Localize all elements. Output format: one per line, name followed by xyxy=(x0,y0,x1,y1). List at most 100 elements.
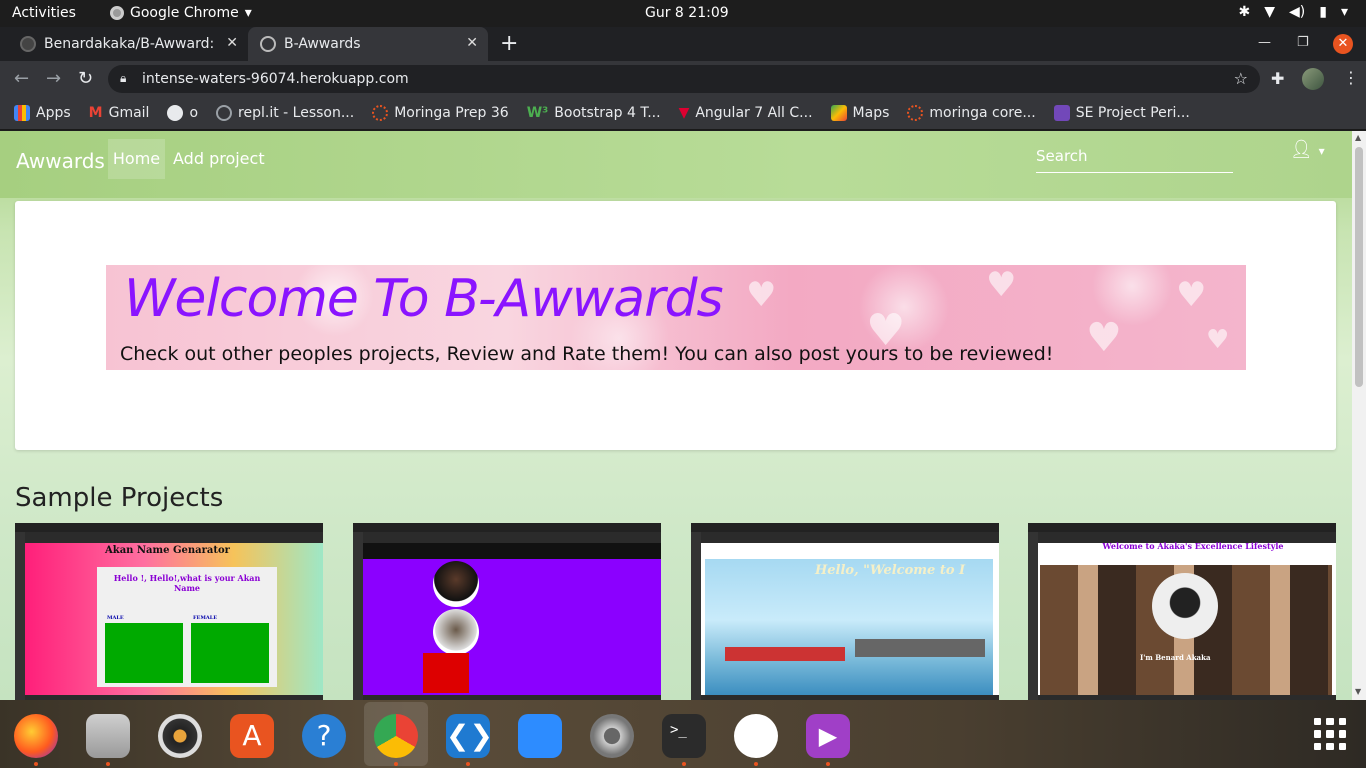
help-icon[interactable]: ? xyxy=(302,714,346,758)
bookmark-label: Apps xyxy=(36,105,71,121)
gmail-icon: M xyxy=(88,105,103,121)
project-card-akan[interactable]: Akan Name Genarator Hello !, Hello!,what… xyxy=(15,523,323,700)
hero-banner: ♥ ♥ ♥ ♥ ♥ ♥ Welcome To B-Awwards Check o… xyxy=(106,265,1246,370)
tab-github[interactable]: Benardakaka/B-Awward: ✕ xyxy=(0,27,248,61)
bookmarks-bar: Apps M Gmail o repl.it - Lesson... Moring… xyxy=(0,97,1366,130)
bookmark-apps[interactable]: Apps xyxy=(14,105,71,121)
scroll-up-icon[interactable]: ▲ xyxy=(1355,133,1361,142)
screenshot-dock xyxy=(353,532,363,700)
site-brand[interactable]: Awwards xyxy=(16,149,105,173)
project-navbar xyxy=(363,543,661,559)
angular-icon: ▼ xyxy=(678,105,690,121)
port-buildings xyxy=(855,639,985,657)
rhythmbox-icon[interactable] xyxy=(158,714,202,758)
extensions-icon[interactable]: ✚ xyxy=(1271,69,1284,88)
maps-icon xyxy=(830,105,847,121)
tab-title: B-Awwards xyxy=(284,36,361,52)
heart-decoration: ♥ xyxy=(1176,275,1207,315)
software-center-icon[interactable]: A xyxy=(230,714,274,758)
battery-icon[interactable]: ▮ xyxy=(1319,4,1327,20)
male-label: MALE xyxy=(107,615,124,621)
show-applications-icon[interactable] xyxy=(1314,718,1346,750)
screenshot-top-bar xyxy=(353,523,661,532)
male-list: MALE xyxy=(105,615,183,683)
page-scrollbar[interactable]: ▲ ▼ xyxy=(1352,131,1366,700)
running-indicator xyxy=(754,762,758,766)
project-hero-image: Hello, "Welcome to I xyxy=(705,559,993,695)
lock-icon[interactable]: 🔒︎ xyxy=(120,71,126,86)
nav-home[interactable]: Home xyxy=(108,139,165,179)
bookmark-github[interactable]: o xyxy=(167,105,198,121)
system-top-bar: Activities Google Chrome ▾ Gur 8 21:09 ✱… xyxy=(0,0,1366,27)
slack-tray-icon[interactable]: ✱ xyxy=(1239,4,1251,20)
forward-arrow-icon[interactable]: → xyxy=(46,68,61,89)
bookmark-label: Moringa Prep 36 xyxy=(394,105,509,121)
url-text[interactable]: intense-waters-96074.herokuapp.com xyxy=(142,71,409,87)
w3schools-icon: W³ xyxy=(526,105,549,121)
tab-b-awwards[interactable]: B-Awwards ✕ xyxy=(248,27,488,61)
wifi-icon[interactable]: ▼ xyxy=(1264,4,1275,20)
app-menu[interactable]: Google Chrome ▾ xyxy=(110,5,252,21)
video-player-icon[interactable]: ▶ xyxy=(806,714,850,758)
app-menu-label: Google Chrome xyxy=(130,5,239,21)
vscode-icon[interactable]: ❮❯ xyxy=(446,714,493,758)
hero-subtitle: Check out other peoples projects, Review… xyxy=(120,343,1054,365)
project-card-instagram[interactable] xyxy=(353,523,661,700)
chrome-icon[interactable] xyxy=(374,714,418,758)
bookmark-maps[interactable]: Maps xyxy=(830,105,889,121)
project-panel: Hello !, Hello!,what is your Akan Name M… xyxy=(97,567,277,687)
user-menu[interactable]: 👤︎ ▾ xyxy=(1290,139,1325,160)
bookmark-label: Bootstrap 4 T... xyxy=(554,105,661,121)
scroll-down-icon[interactable]: ▼ xyxy=(1355,687,1361,696)
section-title: Sample Projects xyxy=(15,483,224,513)
back-arrow-icon[interactable]: ← xyxy=(14,68,29,89)
project-card-lifestyle[interactable]: Welcome to Akaka's Excellence Lifestyle … xyxy=(1028,523,1336,700)
project-photo xyxy=(433,561,479,607)
close-tab-icon[interactable]: ✕ xyxy=(226,35,238,51)
window-close-button[interactable]: ✕ xyxy=(1333,34,1353,54)
search-input[interactable] xyxy=(1036,139,1233,173)
bookmark-se-project[interactable]: SE Project Peri... xyxy=(1053,105,1190,121)
power-menu-icon[interactable]: ▾ xyxy=(1341,4,1348,20)
maximize-icon[interactable]: ❐ xyxy=(1297,35,1309,50)
address-bar[interactable]: 🔒︎ intense-waters-96074.herokuapp.com ☆ xyxy=(108,65,1260,93)
new-tab-button[interactable]: + xyxy=(500,31,518,56)
bookmark-replit[interactable]: repl.it - Lesson... xyxy=(216,105,354,121)
tab-title: Benardakaka/B-Awward: xyxy=(44,36,214,52)
bookmark-label: SE Project Peri... xyxy=(1075,105,1190,121)
bookmark-moringa-core[interactable]: moringa core... xyxy=(907,105,1036,121)
screenshot-dock xyxy=(15,532,25,700)
settings-gear-icon[interactable] xyxy=(590,714,634,758)
bookmark-gmail[interactable]: M Gmail xyxy=(89,105,150,121)
chrome-icon xyxy=(110,6,124,20)
project-heading: Welcome to Akaka's Excellence Lifestyle xyxy=(1102,541,1284,551)
hero-card: ♥ ♥ ♥ ♥ ♥ ♥ Welcome To B-Awwards Check o… xyxy=(15,201,1336,450)
volume-icon[interactable]: ◀) xyxy=(1289,4,1305,20)
system-tray[interactable]: ✱ ▼ ◀) ▮ ▾ xyxy=(1239,4,1349,20)
project-card-shipping[interactable]: Hello, "Welcome to I xyxy=(691,523,999,700)
firefox-icon[interactable] xyxy=(14,714,58,758)
bookmark-label: repl.it - Lesson... xyxy=(238,105,355,121)
clock[interactable]: Gur 8 21:09 xyxy=(645,5,729,21)
globe-icon xyxy=(260,36,276,52)
zoom-icon[interactable] xyxy=(518,714,562,758)
tab-strip: Benardakaka/B-Awward: ✕ B-Awwards ✕ + — … xyxy=(0,27,1366,61)
activities-button[interactable]: Activities xyxy=(12,5,76,21)
nav-add-project[interactable]: Add project xyxy=(173,149,265,168)
slack-icon[interactable] xyxy=(734,714,778,758)
bookmark-star-icon[interactable]: ☆ xyxy=(1234,69,1248,88)
screenshot-top-bar xyxy=(691,523,999,532)
scrollbar-thumb[interactable] xyxy=(1355,147,1363,387)
reload-icon[interactable]: ↻ xyxy=(78,68,93,89)
minimize-icon[interactable]: — xyxy=(1258,35,1271,50)
terminal-icon[interactable]: >_ xyxy=(662,714,706,758)
bookmark-angular[interactable]: ▼ Angular 7 All C... xyxy=(679,105,813,121)
project-subheading: Hello !, Hello!,what is your Akan Name xyxy=(113,573,261,593)
close-tab-icon[interactable]: ✕ xyxy=(466,35,478,51)
bookmark-bootstrap[interactable]: W³ Bootstrap 4 T... xyxy=(527,105,661,121)
profile-avatar[interactable] xyxy=(1302,68,1324,90)
menu-kebab-icon[interactable]: ⋮ xyxy=(1343,68,1359,87)
ship-hull xyxy=(725,647,845,661)
files-icon[interactable] xyxy=(86,714,130,758)
bookmark-moringa-prep[interactable]: Moringa Prep 36 xyxy=(372,105,509,121)
